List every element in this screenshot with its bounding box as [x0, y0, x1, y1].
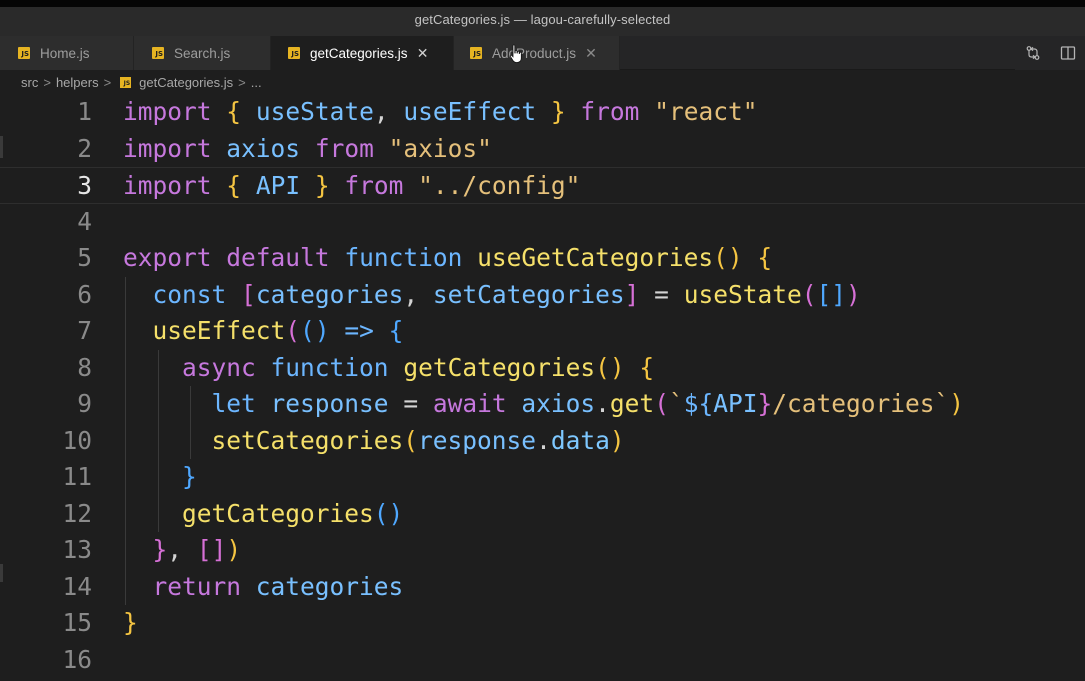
code-editor[interactable]: 1 import { useState, useEffect } from "re…	[0, 94, 1085, 681]
indent-guide	[125, 568, 126, 605]
code-text: let response = await axios.get(`${API}/c…	[211, 389, 965, 418]
line-number: 5	[77, 243, 92, 272]
indent-guide	[190, 422, 191, 459]
indent-guide	[125, 532, 126, 569]
code-line[interactable]: 5 export default function useGetCategorie…	[0, 240, 1085, 277]
code-text: setCategories(response.data)	[211, 425, 625, 455]
title-bar: getCategories.js — lagou-carefully-selec…	[0, 0, 1085, 38]
breadcrumb-separator: >	[238, 74, 246, 90]
breadcrumb: src > helpers > JS getCategories.js > ..…	[0, 70, 1085, 94]
js-file-icon: JS	[152, 47, 164, 59]
breadcrumb-item-file[interactable]: getCategories.js	[139, 75, 233, 90]
line-number: 15	[62, 608, 92, 637]
code-line[interactable]: 10 setCategories(response.data)	[0, 423, 1085, 460]
code-line[interactable]: 7 useEffect(() => {	[0, 313, 1085, 350]
code-text: }	[182, 462, 197, 491]
editor-window: getCategories.js — lagou-carefully-selec…	[0, 0, 1085, 681]
code-line[interactable]: 11 }	[0, 459, 1085, 496]
breadcrumb-separator: >	[43, 74, 51, 90]
split-editor-icon[interactable]	[1060, 45, 1076, 61]
line-number: 3	[77, 171, 92, 200]
js-file-icon: JS	[470, 47, 482, 59]
tab-search-js[interactable]: JS Search.js	[134, 36, 271, 70]
code-line[interactable]: 16	[0, 642, 1085, 679]
indent-guide	[125, 422, 126, 459]
code-line[interactable]: 3 import { API } from "../config"	[0, 167, 1085, 204]
breadcrumb-separator: >	[103, 74, 112, 90]
code-text: async function getCategories() {	[182, 352, 655, 382]
code-line[interactable]: 15}	[0, 605, 1085, 642]
code-text: import axios from "axios"	[123, 133, 492, 163]
js-file-icon: JS	[120, 76, 132, 88]
code-text: }, [])	[152, 535, 242, 564]
js-file-icon: JS	[18, 47, 30, 59]
breadcrumb-item-src[interactable]: src	[21, 75, 38, 90]
line-number: 9	[77, 389, 92, 418]
tab-bar: JS Home.js JS Search.js JS getCategories…	[0, 36, 1085, 70]
line-number: 12	[62, 498, 92, 528]
code-text: import { API } from "../config"	[123, 171, 581, 200]
indent-guide	[157, 459, 159, 496]
code-text: import { useState, useEffect } from "rea…	[123, 97, 758, 126]
code-text: export default function useGetCategories…	[123, 243, 773, 272]
code-line[interactable]: 6 const [categories, setCategories] = us…	[0, 277, 1085, 314]
line-number: 14	[62, 571, 92, 601]
indent-guide	[125, 276, 126, 313]
editor-actions	[1015, 36, 1085, 70]
code-line[interactable]: 2 import axios from "axios"	[0, 131, 1085, 168]
code-line[interactable]: 13 }, [])	[0, 532, 1085, 569]
code-line[interactable]: 4	[0, 204, 1085, 241]
tab-label: AddProduct.js	[492, 45, 577, 61]
line-number: 6	[77, 279, 92, 309]
close-icon[interactable]: ✕	[416, 45, 430, 62]
line-number: 7	[77, 316, 92, 345]
indent-guide	[157, 386, 159, 423]
code-line[interactable]: 14 return categories	[0, 569, 1085, 606]
code-line[interactable]: 9 let response = await axios.get(`${API}…	[0, 386, 1085, 423]
code-line[interactable]: 8 async function getCategories() {	[0, 350, 1085, 387]
line-number: 13	[62, 535, 92, 564]
line-number: 1	[77, 97, 92, 126]
line-number: 11	[62, 462, 92, 491]
code-text: }	[123, 608, 138, 637]
window-title: getCategories.js — lagou-carefully-selec…	[414, 12, 671, 27]
line-number: 8	[77, 352, 92, 382]
indent-guide	[125, 459, 126, 496]
indent-guide	[125, 313, 126, 350]
js-file-icon: JS	[288, 47, 300, 59]
indent-guide	[157, 495, 159, 532]
line-number: 16	[62, 644, 92, 674]
code-text: getCategories()	[182, 498, 404, 528]
close-icon[interactable]: ✕	[584, 45, 598, 62]
code-text: const [categories, setCategories] = useS…	[152, 279, 861, 309]
code-text: useEffect(() => {	[152, 316, 404, 345]
line-number: 4	[77, 206, 92, 236]
indent-guide	[157, 349, 159, 386]
compare-changes-icon[interactable]	[1025, 45, 1041, 61]
tab-label: Home.js	[40, 45, 90, 61]
line-number: 10	[62, 425, 92, 455]
indent-guide	[125, 349, 126, 386]
indent-guide	[125, 495, 126, 532]
breadcrumb-item-helpers[interactable]: helpers	[56, 75, 99, 90]
code-line[interactable]: 12 getCategories()	[0, 496, 1085, 533]
breadcrumb-item-symbol[interactable]: ...	[251, 75, 262, 90]
mouse-pointer-icon	[509, 44, 522, 63]
indent-guide	[157, 422, 159, 459]
tab-addproduct-js[interactable]: JS AddProduct.js ✕	[454, 36, 620, 70]
tab-getcategories-js[interactable]: JS getCategories.js ✕	[271, 36, 454, 70]
line-number: 2	[77, 133, 92, 163]
tab-label: Search.js	[174, 45, 231, 61]
code-text: return categories	[152, 571, 404, 601]
code-line[interactable]: 1 import { useState, useEffect } from "re…	[0, 94, 1085, 131]
tab-home-js[interactable]: JS Home.js	[0, 36, 134, 70]
indent-guide	[125, 386, 126, 423]
tab-label: getCategories.js	[310, 45, 408, 61]
indent-guide	[190, 386, 191, 423]
